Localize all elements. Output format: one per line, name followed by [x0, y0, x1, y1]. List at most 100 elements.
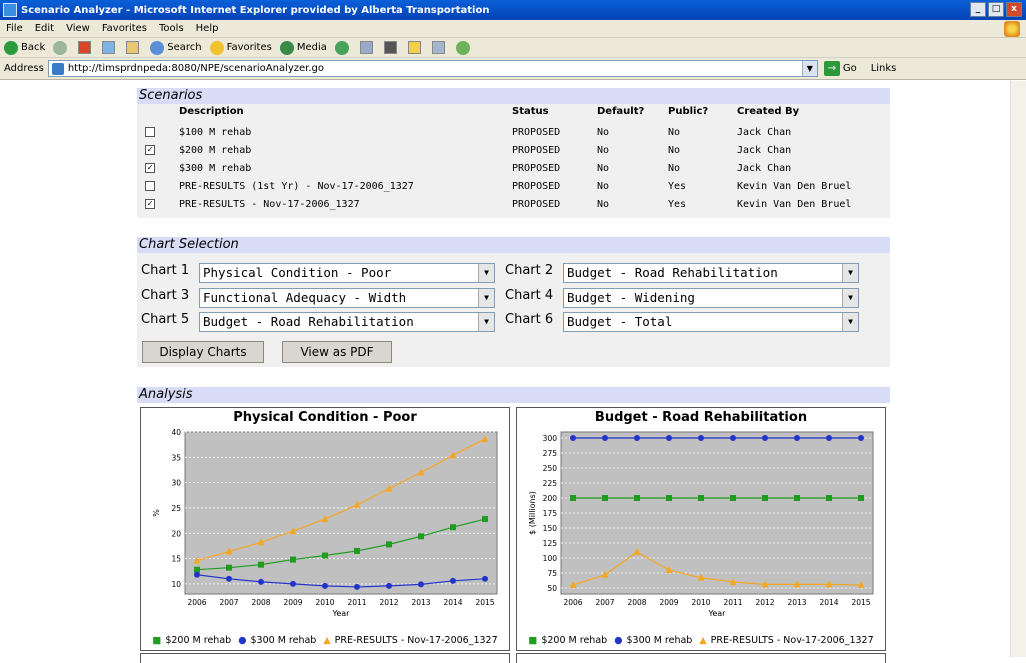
chart-4-select[interactable]: Budget - Widening ▼: [563, 288, 859, 308]
scenario-public: Yes: [668, 199, 687, 210]
print-button[interactable]: [383, 41, 400, 54]
menu-tools[interactable]: Tools: [159, 23, 184, 34]
scenario-created-by: Jack Chan: [737, 163, 792, 174]
display-charts-button[interactable]: Display Charts: [142, 341, 264, 363]
menu-favorites[interactable]: Favorites: [102, 23, 147, 34]
data-point: [482, 516, 488, 523]
scenario-default: No: [597, 163, 610, 174]
view-as-pdf-button[interactable]: View as PDF: [282, 341, 392, 363]
back-arrow-icon: [4, 40, 18, 55]
scenario-created-by: Kevin Van Den Bruel: [737, 181, 852, 192]
x-tick-label: 2013: [411, 598, 430, 607]
menu-file[interactable]: File: [6, 23, 23, 34]
url-text: http://timsprdnpeda:8080/NPE/scenarioAna…: [67, 63, 325, 74]
scenario-checkbox[interactable]: ✓: [145, 196, 155, 209]
chart-5-select[interactable]: Budget - Road Rehabilitation ▼: [199, 312, 495, 332]
scenario-default: No: [597, 181, 610, 192]
data-point: [386, 582, 392, 589]
scenarios-header: Scenarios: [137, 88, 890, 104]
scenario-checkbox[interactable]: ✓: [145, 160, 155, 173]
history-button[interactable]: [334, 40, 352, 55]
data-point: [290, 580, 296, 587]
y-tick-label: 35: [171, 453, 181, 462]
chart-2-select[interactable]: Budget - Road Rehabilitation ▼: [563, 263, 859, 283]
chart-6-select[interactable]: Budget - Total ▼: [563, 312, 859, 332]
checkbox-checked-icon[interactable]: ✓: [145, 145, 155, 155]
maximize-button[interactable]: □: [988, 2, 1004, 17]
scenario-public: No: [668, 145, 681, 156]
x-tick-label: 2007: [219, 598, 238, 607]
url-input[interactable]: http://timsprdnpeda:8080/NPE/scenarioAna…: [47, 60, 818, 77]
window-titlebar: Scenario Analyzer - Microsoft Internet E…: [0, 0, 1026, 20]
data-point: [698, 435, 704, 441]
table-row: PRE-RESULTS (1st Yr) - Nov-17-2006_1327 P…: [137, 178, 890, 196]
ie-app-icon: [3, 3, 17, 17]
legend-marker-circle: ●: [238, 635, 247, 646]
stop-button[interactable]: [78, 41, 94, 54]
url-dropdown-icon[interactable]: ▼: [801, 61, 817, 76]
menu-view[interactable]: View: [66, 23, 90, 34]
y-tick-label: 225: [543, 479, 558, 488]
y-tick-label: 150: [543, 524, 558, 533]
checkbox-checked-icon[interactable]: ✓: [145, 163, 155, 173]
menu-help[interactable]: Help: [196, 23, 219, 34]
scenario-checkbox[interactable]: [145, 124, 155, 140]
messenger-button[interactable]: [455, 40, 473, 55]
menu-edit[interactable]: Edit: [35, 23, 54, 34]
y-tick-label: 50: [547, 584, 557, 593]
favorites-button[interactable]: Favorites: [209, 40, 272, 55]
discuss-button[interactable]: [431, 41, 448, 54]
x-tick-label: 2011: [723, 598, 742, 607]
data-point: [794, 435, 800, 441]
forward-button[interactable]: [53, 40, 70, 55]
x-tick-label: 2012: [755, 598, 774, 607]
back-button[interactable]: Back: [4, 40, 45, 55]
scenario-checkbox[interactable]: [145, 178, 155, 194]
data-point: [570, 435, 576, 441]
home-button[interactable]: [126, 41, 142, 54]
chart-3-select[interactable]: Functional Adequacy - Width ▼: [199, 288, 495, 308]
media-button[interactable]: Media: [279, 40, 327, 55]
data-point: [450, 577, 456, 584]
chevron-down-icon: ▼: [842, 289, 858, 307]
x-axis-label: Year: [708, 609, 727, 618]
close-button[interactable]: x: [1006, 2, 1022, 17]
chart-2-label: Chart 2: [505, 263, 554, 278]
y-tick-label: 20: [171, 529, 181, 538]
refresh-button[interactable]: [102, 41, 118, 54]
checkbox-unchecked-icon[interactable]: [145, 127, 155, 137]
data-point: [194, 571, 200, 578]
data-point: [634, 495, 640, 501]
mail-button[interactable]: [359, 41, 376, 54]
scenario-description: $300 M rehab: [179, 163, 252, 174]
chart-1-select[interactable]: Physical Condition - Poor ▼: [199, 263, 495, 283]
address-bar: Address http://timsprdnpeda:8080/NPE/sce…: [0, 58, 1026, 80]
data-point: [634, 435, 640, 441]
y-tick-label: 40: [171, 428, 181, 437]
scenario-status: PROPOSED: [512, 163, 561, 174]
chevron-down-icon: ▼: [842, 264, 858, 282]
x-tick-label: 2009: [659, 598, 678, 607]
links-toolbar[interactable]: Links: [871, 63, 897, 74]
favorites-label: Favorites: [226, 42, 272, 53]
x-tick-label: 2008: [251, 598, 270, 607]
edit-button[interactable]: [407, 41, 424, 54]
data-point: [258, 578, 264, 585]
checkbox-unchecked-icon[interactable]: [145, 181, 155, 191]
table-row: ✓ PRE-RESULTS - Nov-17-2006_1327 PROPOSED N…: [137, 196, 890, 214]
page-scrollbar[interactable]: [1010, 81, 1026, 657]
minimize-button[interactable]: _: [970, 2, 986, 17]
checkbox-checked-icon[interactable]: ✓: [145, 199, 155, 209]
scenario-status: PROPOSED: [512, 181, 561, 192]
scenario-status: PROPOSED: [512, 199, 561, 210]
search-button[interactable]: Search: [150, 40, 202, 55]
go-button[interactable]: → Go: [823, 61, 857, 76]
y-tick-label: 300: [543, 434, 558, 443]
search-icon: [150, 40, 165, 55]
chart-5-label: Chart 5: [141, 312, 190, 327]
data-point: [602, 495, 608, 501]
col-public: Public?: [668, 106, 709, 117]
scenario-checkbox[interactable]: ✓: [145, 142, 155, 155]
scenario-default: No: [597, 127, 610, 138]
chart-panel-2: Budget - Road Rehabilitation 50 75 100 125 1…: [516, 407, 886, 651]
